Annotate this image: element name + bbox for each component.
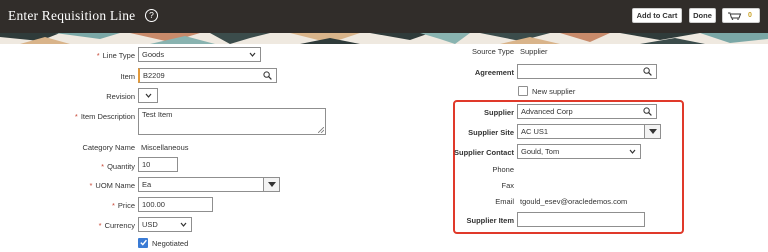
revision-select[interactable] <box>138 88 158 103</box>
help-icon[interactable]: ? <box>145 9 158 22</box>
add-to-cart-button[interactable]: Add to Cart <box>632 8 682 23</box>
item-description-label: * Item Description <box>74 112 135 121</box>
price-label-text: Price <box>117 201 135 210</box>
negotiated-label: Negotiated <box>152 239 189 248</box>
line-type-label-text: Line Type <box>102 51 135 60</box>
supplier-site-select[interactable]: AC US1 <box>517 124 661 139</box>
page-header: Enter Requisition Line ? Add to Cart Don… <box>0 0 768 33</box>
quantity-label-text: Quantity <box>107 162 135 171</box>
supplier-item-label: Supplier Item <box>466 216 514 225</box>
cart-icon <box>728 12 742 20</box>
category-name-label: Category Name <box>82 143 135 152</box>
price-label: * Price <box>111 201 135 210</box>
item-description-value: Test Item <box>142 110 173 119</box>
item-input[interactable]: B2209 <box>138 68 277 83</box>
chevron-down-icon <box>249 52 256 57</box>
resize-handle-icon[interactable] <box>318 127 324 133</box>
category-name-value: Miscellaneous <box>141 143 189 152</box>
phone-label: Phone <box>492 165 514 174</box>
page-title: Enter Requisition Line <box>8 8 136 23</box>
agreement-label: Agreement <box>474 68 514 77</box>
quantity-label: * Quantity <box>101 162 135 171</box>
supplier-site-label: Supplier Site <box>468 128 514 137</box>
supplier-input[interactable]: Advanced Corp <box>517 104 657 119</box>
uom-name-value: Ea <box>142 180 152 189</box>
price-input[interactable]: 100.00 <box>138 197 213 212</box>
checkmark-icon <box>140 239 147 246</box>
supplier-site-value: AC US1 <box>521 127 549 136</box>
supplier-value: Advanced Corp <box>521 107 573 116</box>
quantity-input[interactable]: 10 <box>138 157 178 172</box>
shopping-cart-button[interactable]: 0 <box>722 8 760 23</box>
search-icon[interactable] <box>263 71 272 80</box>
chevron-down-icon <box>145 93 152 98</box>
supplier-label: Supplier <box>483 108 514 117</box>
supplier-contact-select[interactable]: Gould, Tom <box>517 144 641 159</box>
currency-label-text: Currency <box>104 221 135 230</box>
new-supplier-label: New supplier <box>532 87 576 96</box>
done-button[interactable]: Done <box>689 8 716 23</box>
negotiated-checkbox[interactable] <box>138 238 148 248</box>
uom-name-select[interactable]: Ea <box>138 177 280 192</box>
item-description-textarea[interactable]: Test Item <box>138 108 326 135</box>
search-icon[interactable] <box>643 107 652 116</box>
agreement-input[interactable] <box>517 64 657 79</box>
line-type-label: * Line Type <box>96 51 135 60</box>
chevron-down-icon <box>629 149 636 154</box>
uom-name-label-text: UOM Name <box>95 181 135 190</box>
currency-select[interactable]: USD <box>138 217 192 232</box>
email-label: Email <box>495 197 514 206</box>
caret-down-icon <box>649 129 657 134</box>
item-value: B2209 <box>143 71 165 80</box>
fax-label: Fax <box>501 181 514 190</box>
supplier-contact-value: Gould, Tom <box>521 147 560 156</box>
line-type-value: Goods <box>142 50 165 59</box>
item-label: Item <box>120 72 135 81</box>
source-type-value: Supplier <box>520 47 548 56</box>
caret-down-icon <box>268 182 276 187</box>
uom-name-label: * UOM Name <box>89 181 135 190</box>
item-description-label-text: Item Description <box>80 112 135 121</box>
supplier-item-input[interactable] <box>517 212 645 227</box>
new-supplier-checkbox[interactable] <box>518 86 528 96</box>
uom-dropdown-button[interactable] <box>263 178 279 191</box>
banner-pattern <box>0 33 768 44</box>
email-value: tgould_esev@oracledemos.com <box>520 197 628 206</box>
chevron-down-icon <box>180 222 187 227</box>
supplier-contact-label: Supplier Contact <box>453 148 514 157</box>
revision-label: Revision <box>106 92 135 101</box>
search-icon[interactable] <box>643 67 652 76</box>
currency-label: * Currency <box>98 221 135 230</box>
decorative-banner <box>0 33 768 44</box>
cart-count-badge: 0 <box>748 12 752 19</box>
supplier-site-dropdown-button[interactable] <box>644 125 660 138</box>
currency-value: USD <box>142 220 158 229</box>
line-type-select[interactable]: Goods <box>138 47 261 62</box>
source-type-label: Source Type <box>472 47 514 56</box>
